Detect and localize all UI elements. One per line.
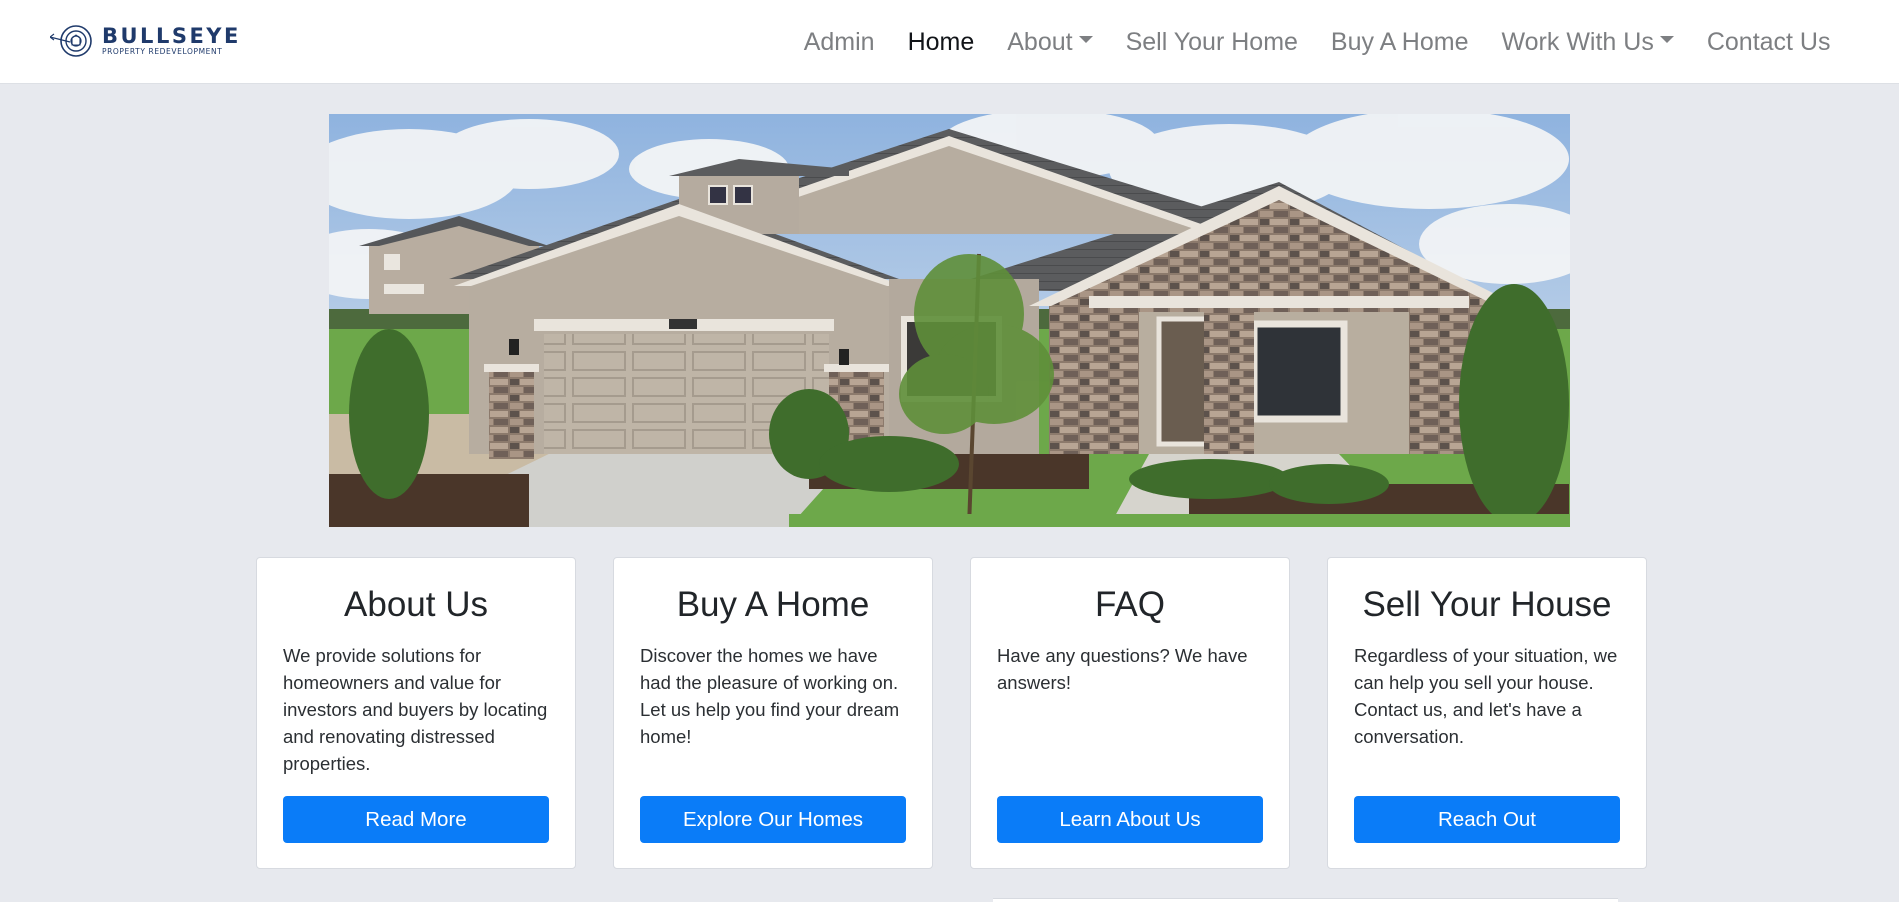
learn-about-us-button[interactable]: Learn About Us [997, 796, 1263, 843]
nav-item-admin[interactable]: Admin [787, 28, 891, 57]
card-text: Discover the homes we have had the pleas… [640, 645, 900, 747]
card-title: About Us [344, 585, 488, 624]
nav-item-sell-your-home[interactable]: Sell Your Home [1109, 28, 1314, 57]
card-title: Sell Your House [1362, 585, 1612, 624]
nav-item-home[interactable]: Home [891, 28, 991, 57]
card-buy-a-home: Buy A Home Discover the homes we have ha… [613, 557, 933, 869]
bullseye-target-icon [50, 25, 92, 57]
main-nav: Admin Home About Sell Your Home Buy A Ho… [787, 0, 1847, 84]
nav-item-label: Sell Your Home [1125, 27, 1298, 56]
nav-item-label: Admin [803, 27, 875, 56]
card-sell-your-house: Sell Your House Regardless of your situa… [1327, 557, 1647, 869]
read-more-button[interactable]: Read More [283, 796, 549, 843]
nav-item-label: Work With Us [1501, 27, 1654, 56]
hero-house-image [329, 114, 1570, 527]
nav-item-contact-us[interactable]: Contact Us [1690, 28, 1847, 57]
card-title: FAQ [1094, 585, 1166, 624]
top-navbar: BULLSEYE PROPERTY REDEVELOPMENT Admin Ho… [0, 0, 1899, 84]
nav-item-buy-a-home[interactable]: Buy A Home [1314, 28, 1485, 57]
reach-out-button[interactable]: Reach Out [1354, 796, 1620, 843]
caret-down-icon [1078, 35, 1093, 43]
nav-item-work-with-us[interactable]: Work With Us [1485, 28, 1690, 57]
explore-our-homes-button[interactable]: Explore Our Homes [640, 796, 906, 843]
card-text: Have any questions? We have answers! [997, 645, 1248, 693]
nav-item-label: Contact Us [1706, 27, 1831, 56]
card-text: Regardless of your situation, we can hel… [1354, 645, 1618, 747]
feature-cards: About Us We provide solutions for homeow… [256, 557, 1647, 869]
caret-down-icon [1659, 35, 1674, 43]
nav-item-label: Buy A Home [1330, 27, 1469, 56]
nav-item-label: Home [907, 27, 975, 56]
card-title: Buy A Home [676, 585, 870, 624]
brand-tagline: PROPERTY REDEVELOPMENT [102, 47, 223, 57]
brand-logo[interactable]: BULLSEYE PROPERTY REDEVELOPMENT [50, 22, 240, 60]
brand-name: BULLSEYE [102, 24, 241, 49]
house-photo-illustration [329, 114, 1570, 527]
next-section-edge [993, 898, 1618, 902]
card-faq: FAQ Have any questions? We have answers!… [970, 557, 1290, 869]
card-about-us: About Us We provide solutions for homeow… [256, 557, 576, 869]
nav-item-about[interactable]: About [991, 28, 1109, 57]
nav-item-label: About [1007, 27, 1073, 56]
card-text: We provide solutions for homeowners and … [283, 645, 548, 774]
